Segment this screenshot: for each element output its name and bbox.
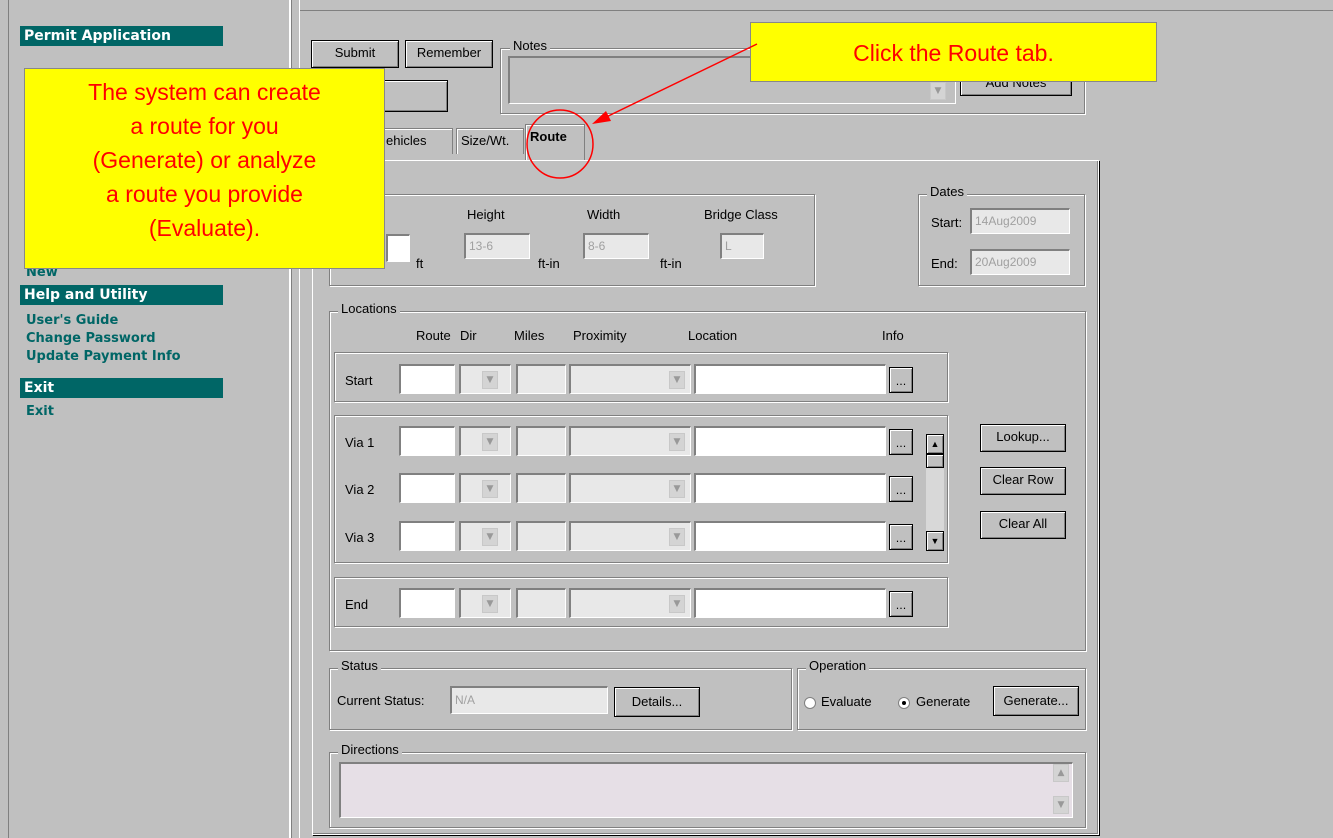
- annotation-overlay: [526, 43, 758, 179]
- annotation-arrow-line: [597, 43, 758, 122]
- annotation-circle: [526, 109, 594, 179]
- annotation-arrow-head: [592, 111, 611, 124]
